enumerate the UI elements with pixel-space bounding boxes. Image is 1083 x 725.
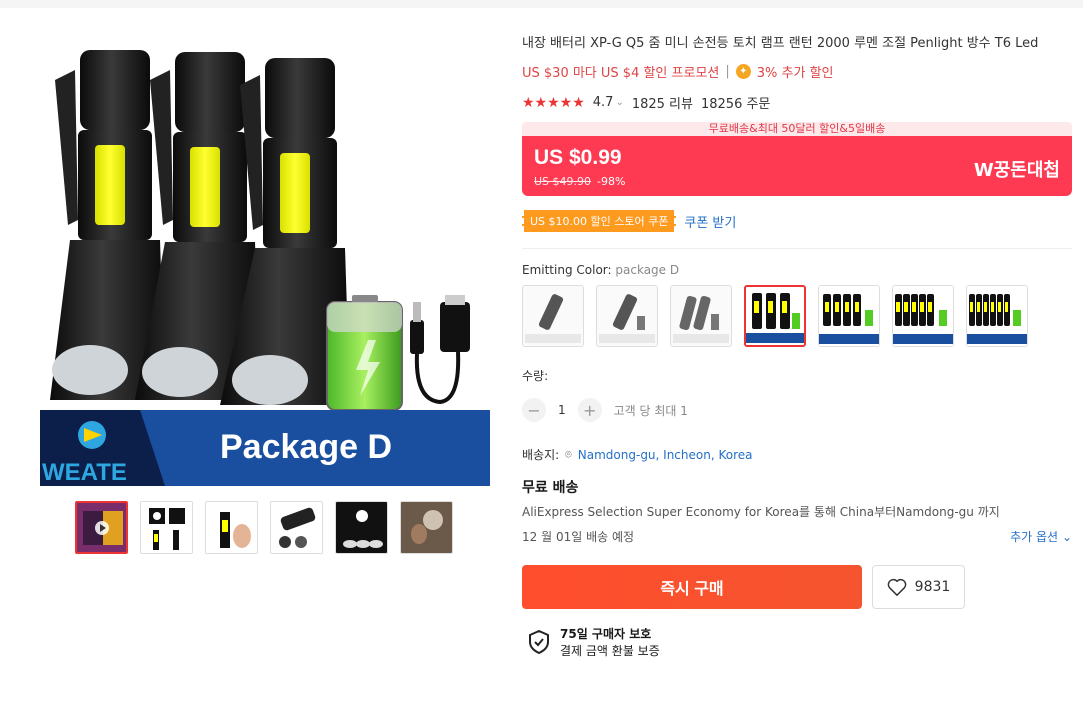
ship-location-link[interactable]: Namdong-gu, Incheon, Korea bbox=[578, 448, 753, 462]
sku-option-package-a[interactable] bbox=[522, 285, 584, 347]
buyer-protection[interactable]: 75일 구매자 보호 결제 금액 환불 보증 bbox=[528, 625, 1072, 659]
rating-row: ★★★★★ 4.7 ⌄ 1825 리뷰 18256 주문 bbox=[522, 93, 1072, 113]
thumbnail-3[interactable] bbox=[205, 501, 258, 554]
usb-cable-image bbox=[410, 295, 470, 405]
quantity-limit-hint: 고객 당 최대 1 bbox=[613, 403, 688, 418]
shield-check-icon bbox=[529, 630, 549, 654]
discount-percent: -98% bbox=[597, 175, 626, 188]
thumbnail-1[interactable] bbox=[75, 501, 128, 554]
location-pin-icon: ⌾ bbox=[565, 447, 572, 461]
price-main: US $0.99 US $49.90 -98% W꿍돈대첩 bbox=[522, 136, 1072, 196]
heart-icon bbox=[887, 578, 907, 596]
ship-to-row: 배송지: ⌾ Namdong-gu, Incheon, Korea bbox=[522, 446, 1072, 463]
protection-subtitle: 결제 금액 환불 보증 bbox=[560, 644, 660, 658]
more-options-link[interactable]: 추가 옵션 ⌄ bbox=[1010, 528, 1072, 545]
extra-discount[interactable]: 3% 추가 할인 bbox=[757, 62, 834, 81]
more-options-label: 추가 옵션 bbox=[1010, 530, 1059, 544]
sku-option-package-e[interactable] bbox=[818, 285, 880, 347]
sku-options bbox=[522, 285, 1072, 347]
delivery-row: 12 월 01일 배송 예정 추가 옵션 ⌄ bbox=[522, 528, 1072, 545]
delivery-date: 12 월 01일 배송 예정 bbox=[522, 530, 635, 544]
free-shipping-title: 무료 배송 bbox=[522, 480, 579, 496]
wishlist-count: 9831 bbox=[914, 579, 951, 595]
quantity-value[interactable]: 1 bbox=[558, 403, 566, 417]
product-info: 내장 배터리 XP-G Q5 줌 미니 손전등 토치 램프 랜턴 2000 루멘… bbox=[522, 34, 1072, 659]
coin-icon: ✦ bbox=[735, 64, 751, 79]
promo-separator: | bbox=[725, 64, 730, 79]
banner-package-label: Package D bbox=[220, 428, 392, 466]
quantity-minus-button[interactable]: − bbox=[522, 398, 546, 422]
sku-option-package-b[interactable] bbox=[596, 285, 658, 347]
thumbnail-5[interactable] bbox=[335, 501, 388, 554]
store-coupon-tag[interactable]: US $10.00 할인 스토어 쿠폰 bbox=[522, 210, 677, 232]
promo-row: US $30 마다 US $4 할인 프로모션 | ✦ 3% 추가 할인 bbox=[522, 62, 1072, 81]
sku-option-package-g[interactable] bbox=[966, 285, 1028, 347]
protection-text: 75일 구매자 보호 결제 금액 환불 보증 bbox=[560, 625, 660, 659]
current-price: US $0.99 bbox=[534, 146, 622, 169]
sku-option-package-c[interactable] bbox=[670, 285, 732, 347]
chevron-down-icon[interactable]: ⌄ bbox=[615, 97, 623, 108]
action-buttons: 즉시 구매 9831 bbox=[522, 565, 1072, 609]
sku-option-package-d[interactable] bbox=[744, 285, 806, 347]
product-title: 내장 배터리 XP-G Q5 줌 미니 손전등 토치 램프 랜턴 2000 루멘… bbox=[522, 36, 1039, 51]
price-banner: 무료배송&최대 50달러 할인&5일배송 bbox=[522, 122, 1072, 136]
quantity-plus-button[interactable]: + bbox=[577, 398, 602, 422]
get-coupon-link[interactable]: 쿠폰 받기 bbox=[684, 212, 736, 231]
sku-property-name: Emitting Color: bbox=[522, 263, 612, 277]
promo-text[interactable]: US $30 마다 US $4 할인 프로모션 bbox=[522, 62, 719, 81]
coupon-row: US $10.00 할인 스토어 쿠폰 쿠폰 받기 bbox=[522, 210, 1072, 232]
thumbnail-2[interactable] bbox=[140, 501, 193, 554]
sku-label: Emitting Color: package D bbox=[522, 263, 1072, 277]
battery-image bbox=[326, 295, 403, 411]
original-price: US $49.90 bbox=[534, 175, 592, 188]
main-product-image[interactable]: WEATE Package D bbox=[40, 40, 490, 486]
shipping-description: AliExpress Selection Super Economy for K… bbox=[522, 505, 1000, 519]
protection-title: 75일 구매자 보호 bbox=[560, 627, 652, 641]
quantity-stepper: − 1 + 고객 당 최대 1 bbox=[522, 398, 1072, 422]
price-box: 무료배송&최대 50달러 할인&5일배송 US $0.99 US $49.90 … bbox=[522, 122, 1072, 196]
banner-brand: WEATE bbox=[42, 459, 127, 486]
sku-option-package-f[interactable] bbox=[892, 285, 954, 347]
rating-value[interactable]: 4.7 bbox=[593, 95, 614, 110]
divider bbox=[522, 248, 1072, 249]
star-rating-icon: ★★★★★ bbox=[522, 94, 585, 111]
sale-brand-tag: W꿍돈대첩 bbox=[973, 160, 1060, 181]
thumbnail-6[interactable] bbox=[400, 501, 453, 554]
chevron-down-icon: ⌄ bbox=[1061, 530, 1072, 544]
top-bar bbox=[0, 0, 1083, 8]
review-count[interactable]: 1825 리뷰 bbox=[632, 93, 693, 112]
ship-to-label: 배송지: bbox=[522, 448, 560, 462]
thumbnail-4[interactable] bbox=[270, 501, 323, 554]
brand-logo-icon bbox=[78, 421, 106, 449]
buy-now-button[interactable]: 즉시 구매 bbox=[522, 565, 862, 609]
order-count: 18256 주문 bbox=[700, 97, 771, 112]
sku-selected-value: package D bbox=[615, 263, 680, 277]
wishlist-button[interactable]: 9831 bbox=[872, 565, 965, 609]
thumbnail-strip bbox=[75, 501, 453, 554]
quantity-label: 수량: bbox=[522, 369, 549, 383]
